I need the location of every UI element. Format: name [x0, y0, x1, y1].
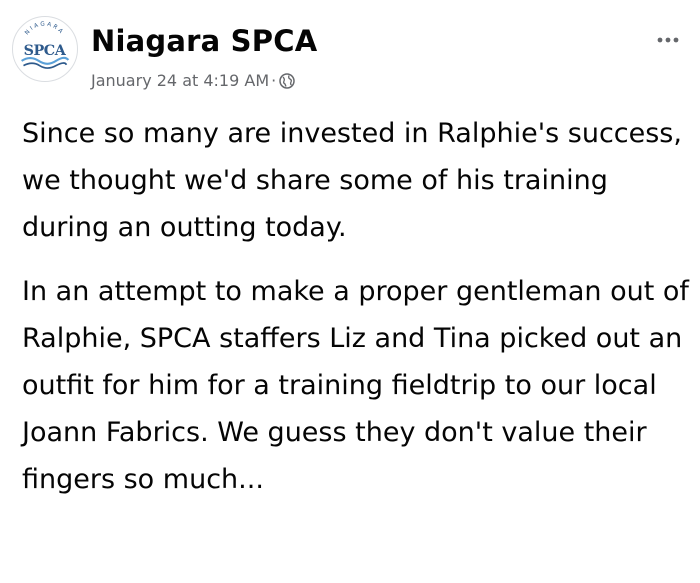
post-body: Since so many are invested in Ralphie's …: [22, 110, 694, 503]
spca-logo-icon: NIAGARA SPCA: [21, 21, 70, 69]
logo-text: SPCA: [24, 43, 67, 59]
post-paragraph-1: Since so many are invested in Ralphie's …: [22, 118, 682, 243]
facebook-post: NIAGARA SPCA Niagara SPCA January 24 at …: [0, 0, 700, 583]
post-meta: January 24 at 4:19 AM ·: [91, 71, 295, 90]
globe-icon[interactable]: [279, 72, 295, 89]
post-timestamp[interactable]: January 24 at 4:19 AM: [91, 71, 269, 90]
page-name-link[interactable]: Niagara SPCA: [91, 24, 317, 58]
more-horizontal-icon: [657, 37, 679, 43]
post-paragraph-2: In an attempt to make a proper gentleman…: [22, 276, 689, 495]
page-avatar[interactable]: NIAGARA SPCA: [12, 16, 78, 82]
more-options-button[interactable]: [652, 28, 684, 52]
logo-arc-text: NIAGARA: [24, 21, 62, 36]
svg-text:NIAGARA: NIAGARA: [24, 21, 65, 36]
meta-separator: ·: [271, 71, 277, 90]
post-header: NIAGARA SPCA Niagara SPCA January 24 at …: [12, 14, 692, 94]
